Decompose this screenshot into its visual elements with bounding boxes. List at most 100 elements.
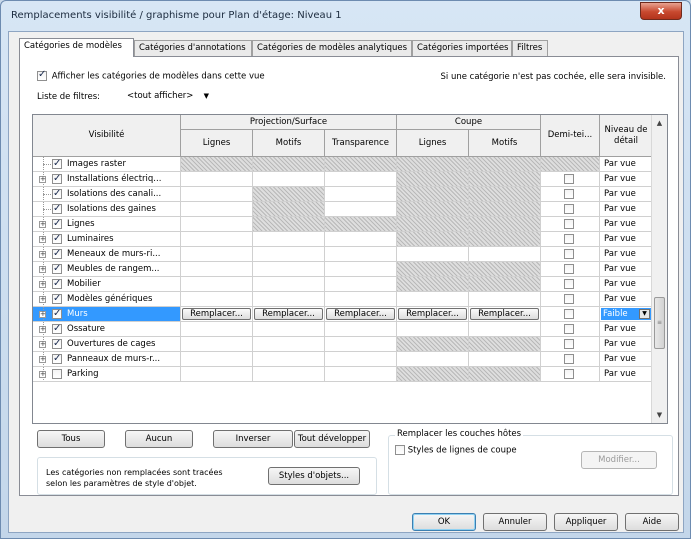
override-button[interactable]: Remplacer... <box>254 308 323 320</box>
header-transparency[interactable]: Transparence <box>325 130 397 157</box>
halftone-checkbox[interactable] <box>564 309 574 319</box>
transparency-cell[interactable] <box>325 172 397 187</box>
cut-patterns-cell[interactable] <box>469 277 541 292</box>
transparency-cell[interactable] <box>325 217 397 232</box>
projection-patterns-cell[interactable] <box>253 277 325 292</box>
category-visibility-checkbox[interactable] <box>52 352 62 366</box>
cut-lines-cell[interactable] <box>397 232 469 247</box>
transparency-cell[interactable] <box>325 367 397 382</box>
halftone-checkbox[interactable] <box>564 279 574 289</box>
category-name-cell[interactable]: + Lignes <box>33 217 181 232</box>
projection-patterns-cell[interactable] <box>253 157 325 172</box>
cut-patterns-cell[interactable] <box>469 352 541 367</box>
table-row[interactable]: + Panneaux de murs-r... Par vue <box>33 352 653 367</box>
projection-patterns-cell[interactable] <box>253 292 325 307</box>
category-name-cell[interactable]: + Luminaires <box>33 232 181 247</box>
table-row[interactable]: + Ouvertures de cages Par vue <box>33 337 653 352</box>
expand-icon[interactable]: + <box>39 326 46 333</box>
cut-lines-cell[interactable] <box>397 217 469 232</box>
projection-lines-cell[interactable] <box>181 262 253 277</box>
cut-lines-cell[interactable] <box>397 292 469 307</box>
projection-patterns-cell[interactable]: Remplacer... <box>253 307 325 322</box>
projection-patterns-cell[interactable] <box>253 337 325 352</box>
expand-icon[interactable]: + <box>39 266 46 273</box>
cut-lines-cell[interactable] <box>397 157 469 172</box>
category-name-cell[interactable]: + Modèles génériques <box>33 292 181 307</box>
halftone-cell[interactable] <box>541 307 600 322</box>
scroll-down-icon[interactable]: ▼ <box>652 407 667 423</box>
table-row[interactable]: + Meubles de rangem... Par vue <box>33 262 653 277</box>
category-visibility-checkbox[interactable] <box>52 262 62 276</box>
category-name-cell[interactable]: + Parking <box>33 367 181 382</box>
halftone-checkbox[interactable] <box>564 264 574 274</box>
table-row[interactable]: +MursRemplacer...Remplacer...Remplacer..… <box>33 307 653 322</box>
transparency-cell[interactable] <box>325 157 397 172</box>
halftone-cell[interactable] <box>541 292 600 307</box>
halftone-cell[interactable] <box>541 322 600 337</box>
detail-level-cell[interactable]: Par vue <box>600 337 653 352</box>
cut-patterns-cell[interactable] <box>469 247 541 262</box>
projection-lines-cell[interactable] <box>181 217 253 232</box>
category-visibility-checkbox[interactable] <box>52 247 62 261</box>
halftone-checkbox[interactable] <box>564 189 574 199</box>
table-row[interactable]: Isolations des canali... Par vue <box>33 187 653 202</box>
modify-button[interactable]: Modifier... <box>581 451 657 469</box>
projection-patterns-cell[interactable] <box>253 322 325 337</box>
table-row[interactable]: + Meneaux de murs-ri... Par vue <box>33 247 653 262</box>
cancel-button[interactable]: Annuler <box>483 513 547 531</box>
cut-lines-cell[interactable]: Remplacer... <box>397 307 469 322</box>
halftone-checkbox[interactable] <box>564 339 574 349</box>
table-row[interactable]: + Ossature Par vue <box>33 322 653 337</box>
category-name-cell[interactable]: + Murs <box>33 307 181 322</box>
transparency-cell[interactable] <box>325 337 397 352</box>
detail-level-dropdown[interactable]: Faible ▼ <box>601 308 651 320</box>
apply-button[interactable]: Appliquer <box>554 513 618 531</box>
table-row[interactable]: + Installations électriq... Par vue <box>33 172 653 187</box>
category-visibility-checkbox[interactable] <box>52 202 62 216</box>
transparency-cell[interactable] <box>325 262 397 277</box>
detail-level-cell[interactable]: Par vue <box>600 187 653 202</box>
cut-patterns-cell[interactable] <box>469 172 541 187</box>
category-visibility-checkbox[interactable] <box>52 337 62 351</box>
cut-lines-cell[interactable] <box>397 337 469 352</box>
expand-icon[interactable]: + <box>39 281 46 288</box>
scroll-thumb[interactable]: ≡ <box>654 297 665 349</box>
category-visibility-checkbox[interactable] <box>52 322 62 336</box>
expand-icon[interactable]: + <box>39 356 46 363</box>
halftone-checkbox[interactable] <box>564 324 574 334</box>
cut-lines-cell[interactable] <box>397 247 469 262</box>
category-name-cell[interactable]: + Installations électriq... <box>33 172 181 187</box>
projection-lines-cell[interactable] <box>181 292 253 307</box>
tab-filters[interactable]: Filtres <box>512 40 548 56</box>
expand-icon[interactable]: + <box>39 341 46 348</box>
halftone-cell[interactable] <box>541 352 600 367</box>
header-cut-lines[interactable]: Lignes <box>397 130 469 157</box>
halftone-cell[interactable] <box>541 157 600 172</box>
cut-line-styles-checkbox[interactable] <box>395 445 405 455</box>
halftone-checkbox[interactable] <box>564 354 574 364</box>
projection-lines-cell[interactable] <box>181 172 253 187</box>
header-cut-patterns[interactable]: Motifs <box>469 130 541 157</box>
table-row[interactable]: + Parking Par vue <box>33 367 653 382</box>
halftone-cell[interactable] <box>541 187 600 202</box>
header-halftone[interactable]: Demi-tei... <box>541 115 600 157</box>
override-button[interactable]: Remplacer... <box>326 308 395 320</box>
category-visibility-checkbox[interactable] <box>52 277 62 291</box>
category-name-cell[interactable]: Isolations des canali... <box>33 187 181 202</box>
detail-level-cell[interactable]: Par vue <box>600 247 653 262</box>
cut-patterns-cell[interactable] <box>469 202 541 217</box>
detail-level-cell[interactable]: Par vue <box>600 262 653 277</box>
table-row[interactable]: + Lignes Par vue <box>33 217 653 232</box>
category-visibility-checkbox[interactable] <box>52 187 62 201</box>
help-button[interactable]: Aide <box>625 513 679 531</box>
detail-level-cell[interactable]: Par vue <box>600 352 653 367</box>
close-button[interactable]: x <box>640 2 682 20</box>
object-styles-button[interactable]: Styles d'objets... <box>268 467 360 485</box>
category-name-cell[interactable]: + Ossature <box>33 322 181 337</box>
show-model-categories-checkbox[interactable] <box>37 69 47 81</box>
projection-lines-cell[interactable] <box>181 337 253 352</box>
show-model-categories[interactable]: Afficher les catégories de modèles dans … <box>37 69 265 82</box>
projection-patterns-cell[interactable] <box>253 232 325 247</box>
detail-level-cell[interactable]: Par vue <box>600 232 653 247</box>
halftone-cell[interactable] <box>541 232 600 247</box>
